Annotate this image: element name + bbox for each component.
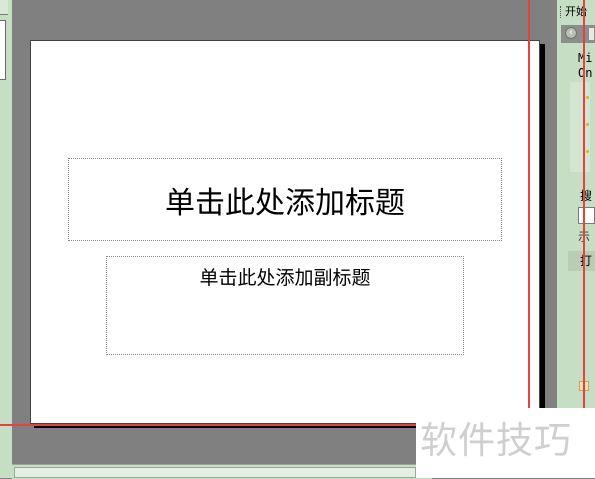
subtitle-placeholder-text: 单击此处添加副标题 [199, 267, 371, 289]
forward-arrow-icon[interactable] [589, 28, 594, 40]
title-placeholder-text: 单击此处添加标题 [165, 185, 405, 221]
task-pane-header[interactable]: 开始 [560, 3, 595, 21]
guide-line [0, 424, 418, 426]
guide-line [583, 0, 585, 478]
horizontal-scrollbar[interactable] [14, 467, 416, 478]
grip-icon [560, 6, 563, 18]
bullet-icon [586, 150, 589, 153]
slide-thumbnail[interactable] [0, 20, 6, 80]
task-pane-link[interactable]: On [578, 66, 595, 80]
subtitle-placeholder[interactable]: 单击此处添加副标题 [106, 256, 464, 355]
bullet-icon [586, 123, 589, 126]
watermark-text: 软件技巧 [420, 419, 572, 462]
outline-tab[interactable] [0, 0, 8, 15]
search-input[interactable] [578, 207, 595, 224]
bullet-icon [586, 96, 589, 99]
title-placeholder[interactable]: 单击此处添加标题 [68, 158, 502, 241]
slide-shadow [540, 44, 545, 428]
guide-line [528, 0, 530, 478]
open-section-header[interactable]: 打 [568, 251, 595, 271]
back-arrow-icon[interactable]: ‹ [565, 27, 577, 39]
example-label: 示 [578, 228, 595, 245]
task-pane-link[interactable]: Mi [578, 51, 595, 65]
